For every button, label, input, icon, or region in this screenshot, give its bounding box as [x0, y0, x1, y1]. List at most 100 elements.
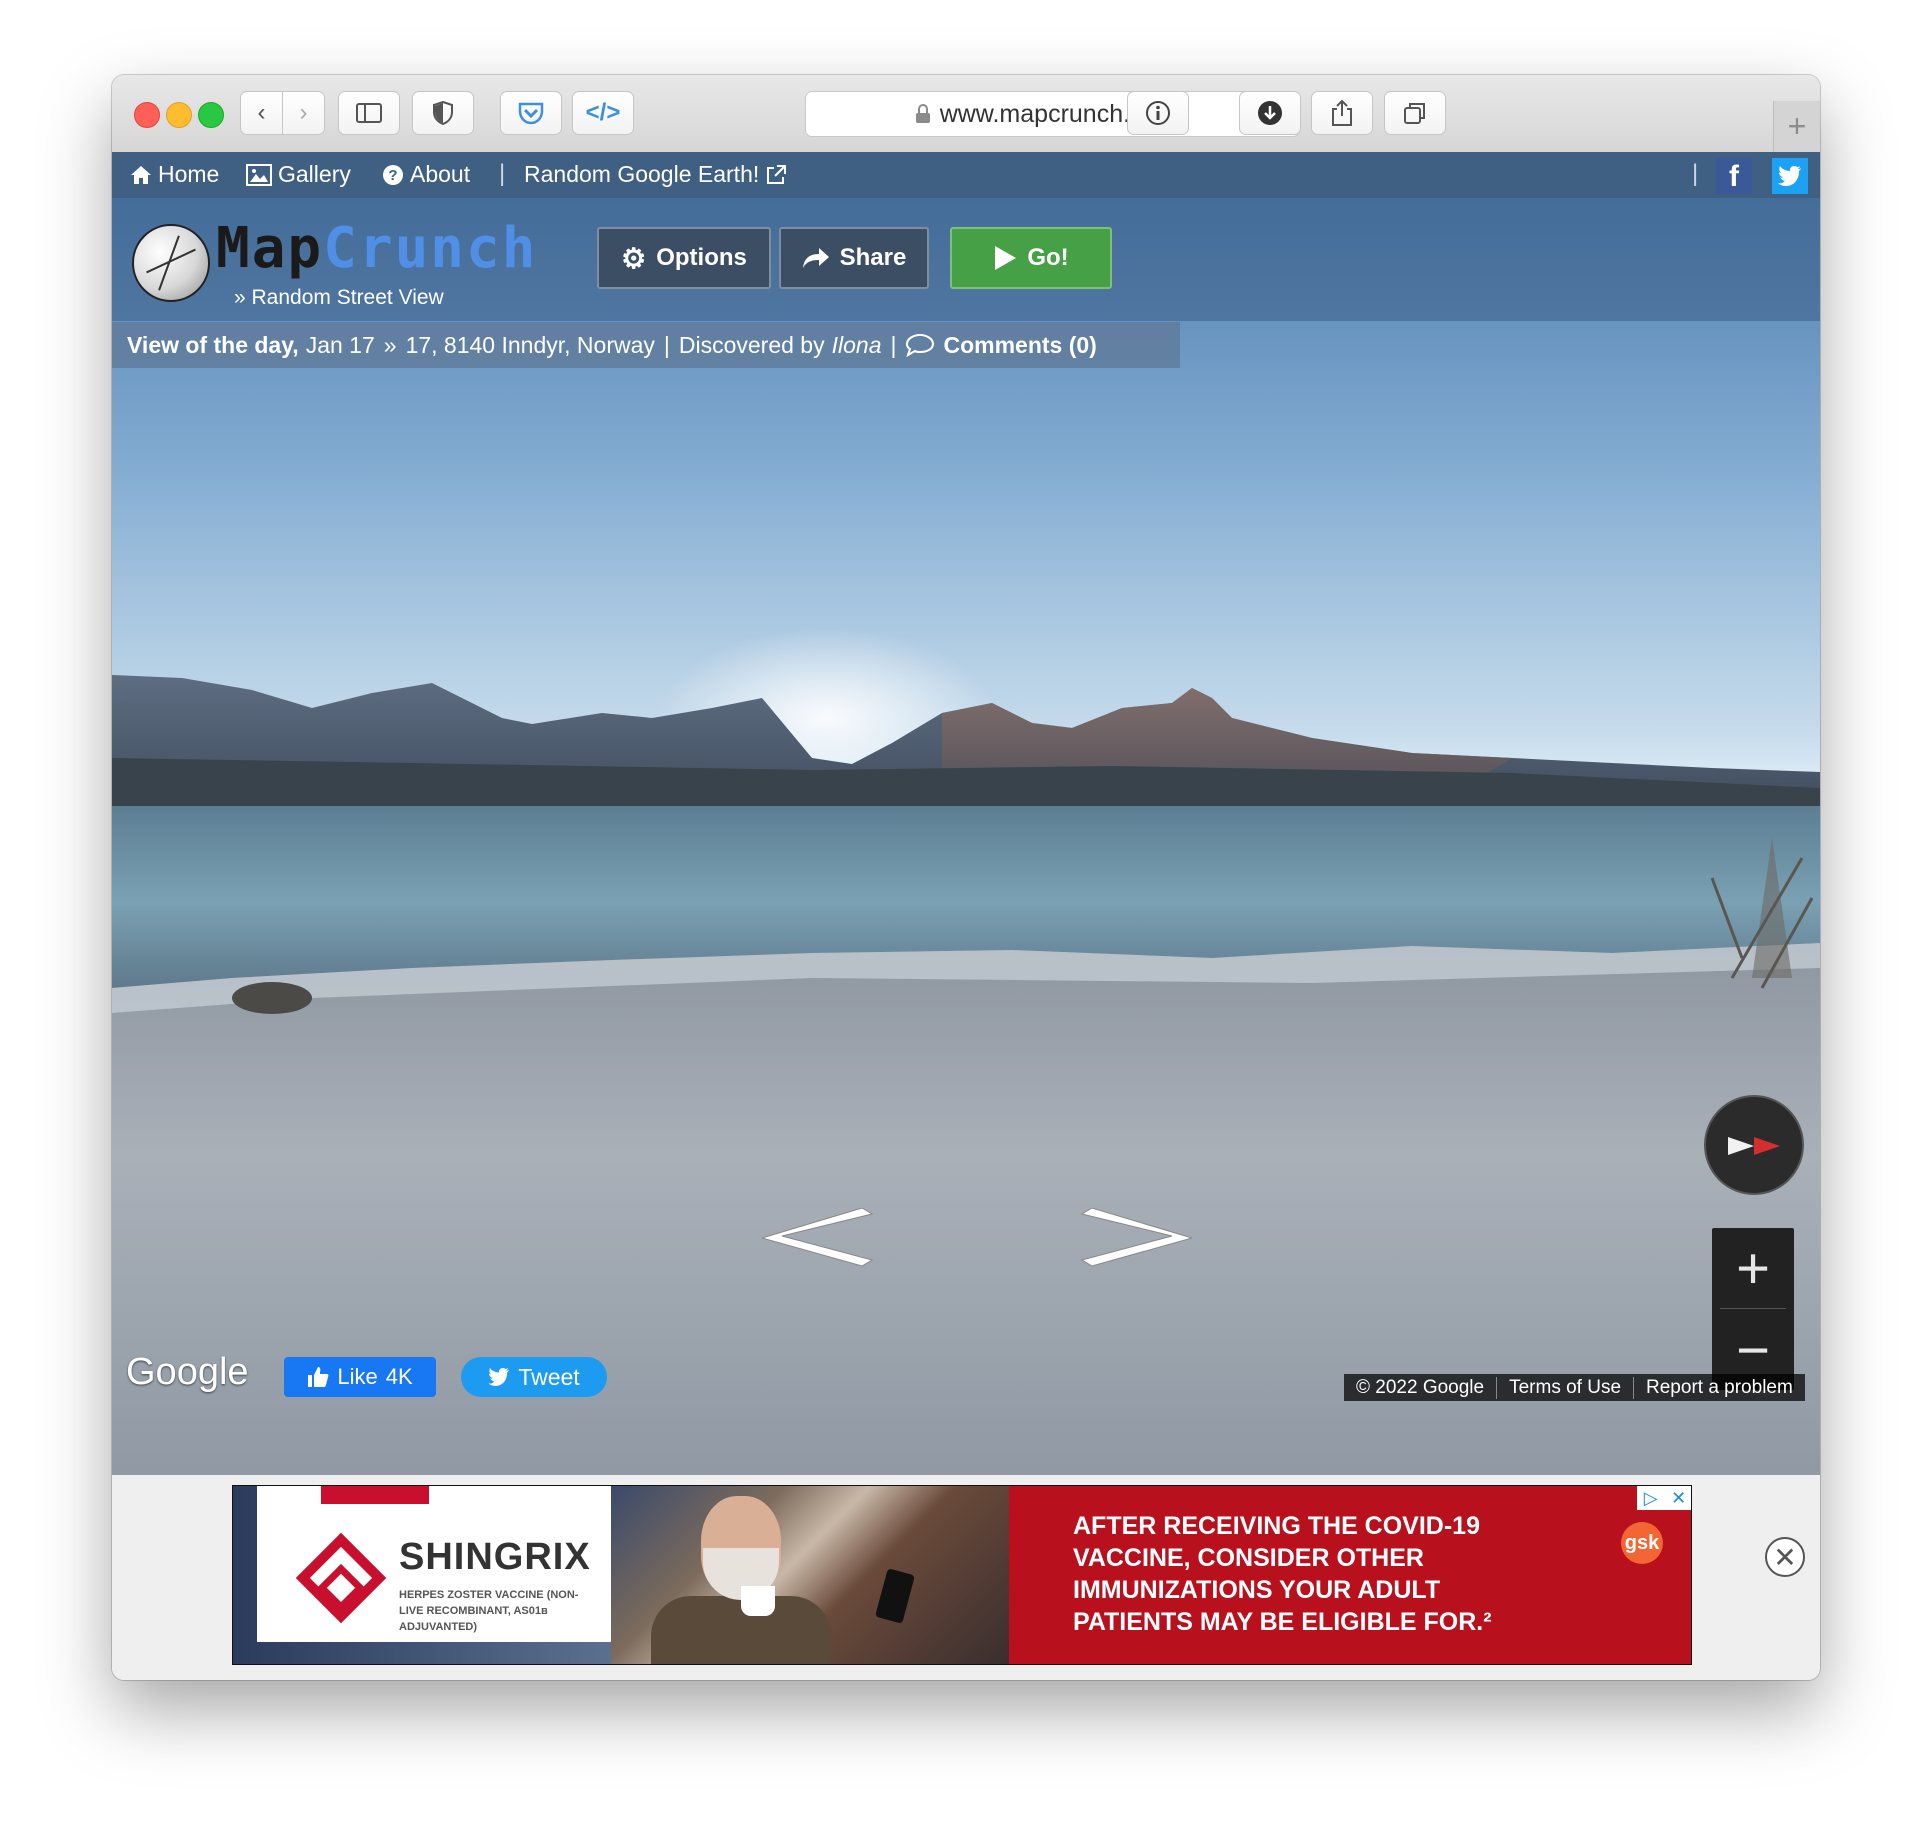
- zoom-window-button[interactable]: [198, 102, 224, 128]
- tab-overview-button[interactable]: [1384, 91, 1446, 135]
- vod-separator: |: [663, 331, 670, 358]
- web-inspector-button[interactable]: </>: [572, 91, 634, 135]
- nav-home-link[interactable]: Home: [130, 161, 219, 188]
- phone-icon: [875, 1568, 915, 1624]
- go-button[interactable]: Go!: [950, 227, 1112, 289]
- forward-button[interactable]: ›: [282, 91, 325, 135]
- nav-about-link[interactable]: ? About: [382, 161, 470, 188]
- map-legal-bar: © 2022 Google Terms of Use Report a prob…: [1344, 1374, 1805, 1401]
- comments-link[interactable]: Comments (0): [943, 332, 1096, 359]
- adchoices-icon: ▷: [1643, 1487, 1658, 1508]
- panorama-scene: [112, 628, 1820, 1475]
- share-arrow-icon: [802, 248, 829, 268]
- google-logo: Google: [126, 1351, 249, 1393]
- compass-icon[interactable]: [1704, 1095, 1804, 1195]
- share-icon: [1332, 99, 1352, 126]
- nav-separator: |: [499, 160, 506, 187]
- home-icon: [131, 165, 151, 184]
- thumbs-up-icon: [308, 1367, 329, 1387]
- ad-choices[interactable]: ▷ ✕: [1637, 1486, 1691, 1510]
- pan-left-arrow-icon[interactable]: [762, 1208, 882, 1268]
- ad-message-panel: AFTER RECEIVING THE COVID-19 VACCINE, CO…: [1009, 1486, 1691, 1664]
- new-tab-icon: +: [1787, 108, 1807, 144]
- tweet-label: Tweet: [518, 1363, 580, 1390]
- view-of-the-day-bar: View of the day, Jan 17 » 17, 8140 Inndy…: [112, 322, 1180, 368]
- facebook-like-button[interactable]: Like 4K: [284, 1357, 436, 1397]
- report-problem-link[interactable]: Report a problem: [1634, 1377, 1805, 1399]
- new-tab-button[interactable]: +: [1773, 101, 1820, 152]
- zoom-in-button[interactable]: +: [1712, 1228, 1794, 1308]
- vod-separator-2: |: [890, 331, 897, 358]
- facebook-icon[interactable]: f: [1716, 158, 1752, 194]
- tabs-icon: [1404, 103, 1425, 124]
- copyright-text: © 2022 Google: [1344, 1376, 1498, 1399]
- pocket-button[interactable]: [500, 91, 562, 135]
- globe-logo-icon: [132, 224, 210, 302]
- pan-right-arrow-icon[interactable]: [1072, 1208, 1192, 1268]
- external-link-icon: [767, 164, 787, 184]
- tweet-button[interactable]: Tweet: [461, 1357, 607, 1397]
- brand-crunch: Crunch: [323, 216, 538, 281]
- info-icon: [1146, 101, 1170, 125]
- shield-icon: [433, 101, 453, 125]
- sidebar-button[interactable]: [338, 91, 400, 135]
- comment-bubble-icon: [906, 333, 935, 357]
- downloads-button[interactable]: [1239, 91, 1301, 135]
- dismiss-ad-button[interactable]: ✕: [1765, 1537, 1805, 1577]
- sidebar-icon: [356, 103, 382, 123]
- nav-gallery-link[interactable]: Gallery: [246, 161, 351, 188]
- brand-name: MapCrunch: [216, 216, 537, 281]
- twitter-icon[interactable]: [1772, 158, 1808, 194]
- go-label: Go!: [1027, 244, 1069, 271]
- ad-photo: [611, 1486, 1009, 1664]
- like-count: 4K: [385, 1364, 413, 1389]
- help-icon: ?: [383, 164, 403, 185]
- back-button[interactable]: ‹: [240, 91, 283, 135]
- street-view-panorama[interactable]: MapCrunch » Random Street View ⚙ Options…: [112, 198, 1820, 1475]
- nav-google-earth-link[interactable]: Random Google Earth!: [524, 161, 787, 188]
- terms-of-use-link[interactable]: Terms of Use: [1497, 1376, 1635, 1399]
- vod-chevron: »: [383, 331, 397, 358]
- share-label: Share: [839, 244, 907, 271]
- advertisement-banner[interactable]: SHINGRIX HERPES ZOSTER VACCINE (NON-LIVE…: [232, 1485, 1692, 1665]
- forward-icon: ›: [299, 99, 308, 126]
- svg-text:?: ?: [388, 167, 397, 184]
- ad-strip: SHINGRIX HERPES ZOSTER VACCINE (NON-LIVE…: [112, 1475, 1820, 1680]
- share-button[interactable]: [1311, 91, 1373, 135]
- shingrix-card: SHINGRIX HERPES ZOSTER VACCINE (NON-LIVE…: [257, 1486, 611, 1642]
- options-label: Options: [656, 244, 747, 271]
- site-header: MapCrunch » Random Street View ⚙ Options…: [112, 198, 1820, 321]
- twitter-bird-icon: [488, 1368, 510, 1386]
- mapcrunch-logo[interactable]: MapCrunch » Random Street View: [132, 214, 535, 314]
- nav-separator-right: |: [1692, 160, 1699, 187]
- brand-tagline: » Random Street View: [234, 286, 444, 309]
- vod-discovered-label: Discovered by: [678, 331, 825, 358]
- coffee-cup-icon: [741, 1586, 775, 1616]
- brand-map: Map: [216, 216, 324, 281]
- address-bar[interactable]: www.mapcrunch.com ↻: [805, 91, 1300, 137]
- browser-toolbar: ‹ › </> www.mapcrunch.com ↻: [112, 75, 1820, 153]
- minimize-window-button[interactable]: [166, 102, 192, 128]
- vod-date: Jan 17: [305, 331, 375, 358]
- info-button[interactable]: [1127, 91, 1189, 135]
- nav-about-label: About: [410, 161, 471, 187]
- nav-home-label: Home: [158, 161, 220, 187]
- shingrix-logo-icon: [295, 1532, 387, 1624]
- nav-google-earth-label: Random Google Earth!: [524, 161, 760, 187]
- close-window-button[interactable]: [134, 102, 160, 128]
- privacy-button[interactable]: [412, 91, 474, 135]
- gallery-icon: [246, 163, 272, 186]
- ad-brand-subtitle: HERPES ZOSTER VACCINE (NON-LIVE RECOMBIN…: [399, 1589, 579, 1633]
- gsk-logo: gsk: [1621, 1522, 1663, 1564]
- ad-close-icon[interactable]: ✕: [1671, 1488, 1686, 1509]
- vod-discoverer[interactable]: Ilona: [832, 332, 882, 359]
- like-label: Like: [337, 1364, 378, 1389]
- download-icon: [1258, 101, 1282, 125]
- share-link-button[interactable]: Share: [779, 227, 929, 289]
- gears-icon: ⚙: [621, 242, 647, 274]
- options-button[interactable]: ⚙ Options: [597, 227, 771, 289]
- vod-location[interactable]: 17, 8140 Inndyr, Norway: [406, 332, 655, 359]
- code-icon: </>: [585, 99, 621, 126]
- lock-icon: [916, 104, 930, 123]
- back-icon: ‹: [257, 99, 266, 126]
